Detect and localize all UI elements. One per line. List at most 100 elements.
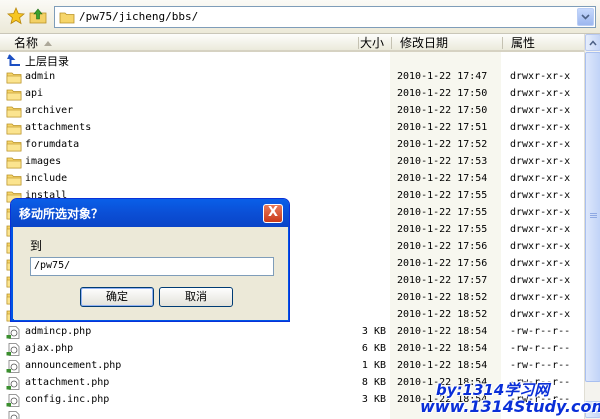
dialog-titlebar[interactable]: 移动所选对象？ X [11, 199, 289, 227]
item-date: 2010-1-22 17:55 [397, 224, 488, 235]
item-permissions: drwxr-xr-x [510, 105, 571, 116]
item-permissions: drwxr-xr-x [510, 71, 571, 82]
grip-line [590, 213, 597, 214]
item-date: 2010-1-22 17:50 [397, 105, 488, 116]
folder-row[interactable]: attachments 2010-1-22 17:51 drwxr-xr-x [0, 120, 584, 137]
item-date: 2010-1-22 18:52 [397, 309, 488, 320]
item-permissions: -rw-r--r-- [510, 360, 571, 371]
item-name: config.inc.php [25, 394, 110, 405]
folder-row[interactable]: include 2010-1-22 17:54 drwxr-xr-x [0, 171, 584, 188]
item-date: 2010-1-22 17:57 [397, 275, 488, 286]
folder-row[interactable]: api 2010-1-22 17:50 drwxr-xr-x [0, 86, 584, 103]
close-icon: X [267, 205, 279, 220]
grip-line [590, 217, 597, 218]
item-date: 2010-1-22 17:47 [397, 71, 488, 82]
folder-icon [6, 157, 22, 169]
folder-icon [6, 123, 22, 135]
item-date: 2010-1-22 17:56 [397, 241, 488, 252]
address-text[interactable]: /pw75/jicheng/bbs/ [79, 10, 198, 23]
item-name: admin [25, 71, 56, 82]
item-permissions: -rw-r--r-- [510, 343, 571, 354]
folder-icon [6, 106, 22, 118]
item-name: ajax.php [25, 343, 74, 354]
grip-line [590, 215, 597, 216]
watermark-line2: www.1314Study.com [420, 397, 600, 416]
item-permissions: drwxr-xr-x [510, 173, 571, 184]
php-file-icon [6, 343, 20, 356]
item-size: 1 KB [361, 360, 386, 371]
destination-label: 到 [30, 239, 43, 253]
item-permissions: drwxr-xr-x [510, 241, 571, 252]
file-row[interactable]: announcement.php 1 KB 2010-1-22 18:54 -rw-r… [0, 358, 584, 375]
item-date: 2010-1-22 17:51 [397, 122, 488, 133]
favorites-star-button[interactable] [6, 6, 26, 26]
folder-row[interactable]: archiver 2010-1-22 17:50 drwxr-xr-x [0, 103, 584, 120]
column-size[interactable]: 大小 [350, 34, 392, 52]
folder-icon [6, 72, 22, 84]
vertical-scrollbar[interactable] [584, 34, 600, 419]
column-name[interactable]: 名称 [0, 34, 358, 52]
parent-directory-row[interactable]: 上层目录 [0, 52, 584, 69]
item-permissions: drwxr-xr-x [510, 190, 571, 201]
column-attributes-label: 属性 [511, 36, 536, 50]
dialog-title: 移动所选对象？ [19, 207, 104, 221]
chevron-up-icon [589, 39, 597, 45]
column-modified[interactable]: 修改日期 [392, 34, 502, 52]
item-size: 3 KB [361, 394, 386, 405]
folder-icon [6, 140, 22, 152]
item-name: attachments [25, 122, 92, 133]
column-attributes[interactable]: 属性 [503, 34, 583, 52]
ok-button[interactable]: 确定 [80, 287, 154, 307]
dialog-body: 到 /pw75/ 确定 取消 [14, 227, 288, 320]
chevron-down-icon [581, 14, 590, 20]
item-date: 2010-1-22 17:50 [397, 88, 488, 99]
close-button[interactable]: X [263, 204, 283, 223]
star-icon [7, 7, 25, 25]
item-date: 2010-1-22 18:54 [397, 360, 488, 371]
folder-row[interactable]: images 2010-1-22 17:53 drwxr-xr-x [0, 154, 584, 171]
php-file-icon [6, 394, 20, 407]
sort-up-icon [44, 41, 53, 46]
folder-icon [6, 174, 22, 186]
item-permissions: -rw-r--r-- [510, 326, 571, 337]
address-dropdown-button[interactable] [577, 8, 594, 26]
item-name: forumdata [25, 139, 80, 150]
item-permissions: drwxr-xr-x [510, 207, 571, 218]
cancel-button[interactable]: 取消 [159, 287, 233, 307]
parent-directory-label: 上层目录 [25, 55, 69, 68]
item-name: api [25, 88, 44, 99]
item-permissions: drwxr-xr-x [510, 156, 571, 167]
item-name: admincp.php [25, 326, 92, 337]
item-date: 2010-1-22 17:52 [397, 139, 488, 150]
destination-input[interactable]: /pw75/ [30, 257, 274, 276]
folder-up-icon [29, 8, 47, 24]
item-name: attachment.php [25, 377, 110, 388]
item-permissions: drwxr-xr-x [510, 258, 571, 269]
item-date: 2010-1-22 17:55 [397, 207, 488, 218]
item-date: 2010-1-22 18:54 [397, 343, 488, 354]
file-row[interactable]: admincp.php 3 KB 2010-1-22 18:54 -rw-r--r-- [0, 324, 584, 341]
item-date: 2010-1-22 18:52 [397, 292, 488, 303]
php-file-icon [8, 411, 20, 419]
folder-row[interactable]: admin 2010-1-22 17:47 drwxr-xr-x [0, 69, 584, 86]
item-name: announcement.php [25, 360, 122, 371]
item-size: 6 KB [361, 343, 386, 354]
folder-row[interactable]: forumdata 2010-1-22 17:52 drwxr-xr-x [0, 137, 584, 154]
php-file-icon [6, 326, 20, 339]
item-date: 2010-1-22 17:54 [397, 173, 488, 184]
item-permissions: drwxr-xr-x [510, 275, 571, 286]
scroll-thumb[interactable] [585, 52, 600, 382]
scroll-up-button[interactable] [585, 34, 600, 51]
column-header: 名称 大小 修改日期 属性 [0, 34, 584, 52]
file-row[interactable]: ajax.php 6 KB 2010-1-22 18:54 -rw-r--r-- [0, 341, 584, 358]
item-permissions: drwxr-xr-x [510, 292, 571, 303]
column-name-label: 名称 [14, 36, 39, 50]
address-bar[interactable]: /pw75/jicheng/bbs/ [54, 6, 596, 28]
folder-icon [6, 89, 22, 101]
up-arrow-icon [7, 54, 20, 66]
item-date: 2010-1-22 17:55 [397, 190, 488, 201]
up-folder-button[interactable] [28, 6, 48, 26]
item-size: 8 KB [361, 377, 386, 388]
item-date: 2010-1-22 17:53 [397, 156, 488, 167]
column-modified-label: 修改日期 [400, 36, 449, 50]
